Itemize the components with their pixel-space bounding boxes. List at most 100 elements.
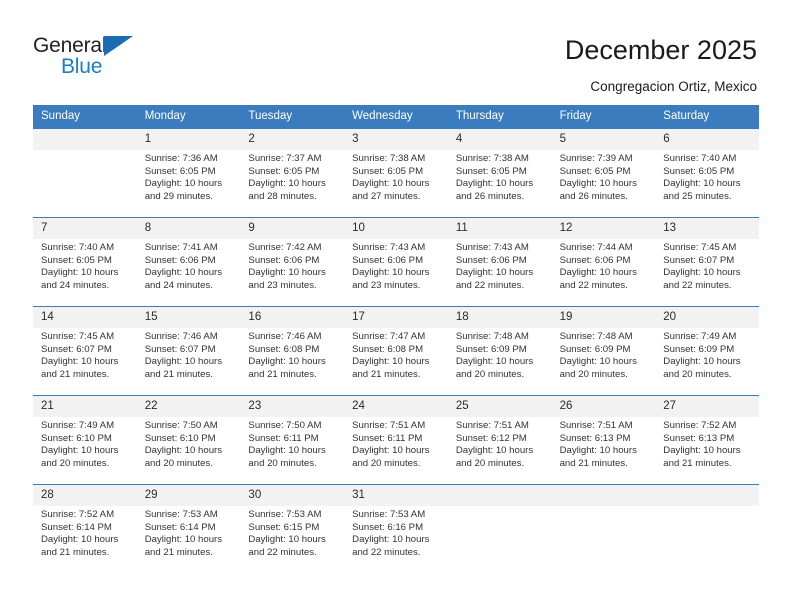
day-number: 30: [240, 485, 345, 506]
daylight-text: and 25 minutes.: [663, 190, 732, 202]
day-number: 25: [447, 396, 552, 417]
calendar-day-cell[interactable]: 16 Sunrise: 7:46 AM Sunset: 6:08 PM Dayligh…: [240, 306, 345, 395]
day-sun-info: Sunrise: 7:46 AM Sunset: 6:07 PM Daylight:…: [137, 328, 241, 381]
calendar-day-cell[interactable]: 15 Sunrise: 7:46 AM Sunset: 6:07 PM Dayligh…: [136, 306, 241, 395]
calendar-day-cell[interactable]: 2 Sunrise: 7:37 AM Sunset: 6:05 PM Daylight…: [240, 128, 345, 217]
daylight-text: Daylight: 10 hours: [144, 356, 223, 368]
calendar-day-cell[interactable]: 28 Sunrise: 7:52 AM Sunset: 6:14 PM Dayligh…: [33, 484, 137, 573]
day-number: 16: [240, 307, 345, 328]
calendar-day-cell[interactable]: 6 Sunrise: 7:40 AM Sunset: 6:05 PM Daylight…: [655, 128, 759, 217]
sunset-text: Sunset: 6:05 PM: [144, 165, 216, 177]
sunrise-text: Sunrise: 7:39 AM: [559, 153, 633, 164]
calendar-day-cell[interactable]: 24 Sunrise: 7:51 AM Sunset: 6:11 PM Dayligh…: [344, 395, 448, 484]
daylight-text: Daylight: 10 hours: [248, 356, 326, 368]
calendar-day-cell-empty: [551, 484, 656, 573]
sunrise-text: Sunrise: 7:52 AM: [41, 509, 115, 520]
sunrise-text: Sunrise: 7:50 AM: [248, 420, 322, 431]
sunrise-text: Sunrise: 7:42 AM: [248, 242, 322, 253]
sunrise-text: Sunrise: 7:47 AM: [352, 331, 426, 342]
calendar-day-cell[interactable]: 10 Sunrise: 7:43 AM Sunset: 6:06 PM Dayligh…: [344, 217, 448, 306]
day-number: 10: [344, 218, 448, 239]
daylight-text: Daylight: 10 hours: [559, 178, 637, 190]
calendar-day-cell[interactable]: 23 Sunrise: 7:50 AM Sunset: 6:11 PM Dayligh…: [240, 395, 345, 484]
calendar-day-cell[interactable]: 21 Sunrise: 7:49 AM Sunset: 6:10 PM Dayligh…: [33, 395, 137, 484]
daylight-text: Daylight: 10 hours: [41, 534, 119, 546]
calendar-day-cell[interactable]: 14 Sunrise: 7:45 AM Sunset: 6:07 PM Dayligh…: [33, 306, 137, 395]
day-number: 19: [551, 307, 656, 328]
daylight-text: and 20 minutes.: [663, 368, 732, 380]
calendar-week-row: 14 Sunrise: 7:45 AM Sunset: 6:07 PM Dayligh…: [33, 306, 759, 395]
sunrise-text: Sunrise: 7:40 AM: [41, 242, 115, 253]
calendar-day-cell[interactable]: 17 Sunrise: 7:47 AM Sunset: 6:08 PM Dayligh…: [344, 306, 448, 395]
calendar-day-cell[interactable]: 13 Sunrise: 7:45 AM Sunset: 6:07 PM Dayligh…: [655, 217, 759, 306]
day-number: 29: [136, 485, 241, 506]
calendar-week-row: 1 Sunrise: 7:36 AM Sunset: 6:05 PM Daylight…: [33, 128, 759, 217]
day-number: [447, 485, 552, 506]
calendar-day-cell[interactable]: 19 Sunrise: 7:48 AM Sunset: 6:09 PM Dayligh…: [551, 306, 656, 395]
daylight-text: Daylight: 10 hours: [559, 356, 637, 368]
sunrise-text: Sunrise: 7:48 AM: [455, 331, 529, 342]
calendar-day-cell[interactable]: 1 Sunrise: 7:36 AM Sunset: 6:05 PM Daylight…: [136, 128, 241, 217]
sunset-text: Sunset: 6:05 PM: [41, 254, 112, 266]
calendar-day-cell[interactable]: 4 Sunrise: 7:38 AM Sunset: 6:05 PM Daylight…: [447, 128, 552, 217]
calendar-day-cell[interactable]: 29 Sunrise: 7:53 AM Sunset: 6:14 PM Dayligh…: [136, 484, 241, 573]
sunrise-text: Sunrise: 7:46 AM: [248, 331, 322, 342]
calendar-day-cell-empty: [655, 484, 759, 573]
weekday-header-friday: Friday: [551, 105, 656, 128]
daylight-text: Daylight: 10 hours: [41, 267, 119, 279]
daylight-text: and 21 minutes.: [248, 368, 317, 380]
calendar-day-cell[interactable]: 11 Sunrise: 7:43 AM Sunset: 6:06 PM Dayligh…: [447, 217, 552, 306]
calendar-day-cell[interactable]: 7 Sunrise: 7:40 AM Sunset: 6:05 PM Daylight…: [33, 217, 137, 306]
sunset-text: Sunset: 6:05 PM: [455, 165, 527, 177]
daylight-text: Daylight: 10 hours: [663, 267, 741, 279]
daylight-text: Daylight: 10 hours: [455, 445, 534, 457]
daylight-text: and 22 minutes.: [455, 279, 525, 291]
calendar-day-cell[interactable]: 22 Sunrise: 7:50 AM Sunset: 6:10 PM Dayligh…: [136, 395, 241, 484]
page-header: General Blue December 2025 Congregacion …: [0, 0, 792, 104]
logo-text-blue: Blue: [61, 55, 103, 78]
daylight-text: and 21 minutes.: [41, 546, 110, 558]
day-number: 20: [655, 307, 759, 328]
day-number: 26: [551, 396, 656, 417]
daylight-text: and 21 minutes.: [41, 368, 110, 380]
calendar-day-cell[interactable]: 20 Sunrise: 7:49 AM Sunset: 6:09 PM Dayligh…: [655, 306, 759, 395]
daylight-text: Daylight: 10 hours: [248, 267, 326, 279]
sunset-text: Sunset: 6:11 PM: [248, 432, 319, 444]
daylight-text: and 20 minutes.: [455, 457, 525, 469]
daylight-text: Daylight: 10 hours: [455, 178, 534, 190]
day-sun-info: Sunrise: 7:53 AM Sunset: 6:16 PM Daylight:…: [344, 506, 448, 559]
calendar-day-cell[interactable]: 9 Sunrise: 7:42 AM Sunset: 6:06 PM Daylight…: [240, 217, 345, 306]
day-sun-info: Sunrise: 7:40 AM Sunset: 6:05 PM Daylight:…: [655, 150, 759, 203]
calendar-day-cell[interactable]: 31 Sunrise: 7:53 AM Sunset: 6:16 PM Dayligh…: [344, 484, 448, 573]
sunrise-text: Sunrise: 7:38 AM: [352, 153, 426, 164]
day-sun-info: Sunrise: 7:36 AM Sunset: 6:05 PM Daylight:…: [137, 150, 241, 203]
calendar-day-cell[interactable]: 18 Sunrise: 7:48 AM Sunset: 6:09 PM Dayligh…: [447, 306, 552, 395]
daylight-text: and 21 minutes.: [352, 368, 421, 380]
daylight-text: and 21 minutes.: [144, 546, 213, 558]
daylight-text: Daylight: 10 hours: [41, 356, 119, 368]
day-number: [655, 485, 759, 506]
calendar-day-cell-empty: [33, 128, 137, 217]
calendar-day-cell[interactable]: 27 Sunrise: 7:52 AM Sunset: 6:13 PM Dayligh…: [655, 395, 759, 484]
day-number: 2: [240, 129, 345, 150]
sunrise-text: Sunrise: 7:49 AM: [663, 331, 737, 342]
calendar-day-cell[interactable]: 3 Sunrise: 7:38 AM Sunset: 6:05 PM Daylight…: [344, 128, 448, 217]
day-sun-info: Sunrise: 7:38 AM Sunset: 6:05 PM Daylight:…: [344, 150, 448, 203]
calendar-day-cell[interactable]: 26 Sunrise: 7:51 AM Sunset: 6:13 PM Dayligh…: [551, 395, 656, 484]
sunrise-text: Sunrise: 7:43 AM: [352, 242, 426, 253]
calendar-day-cell[interactable]: 30 Sunrise: 7:53 AM Sunset: 6:15 PM Dayligh…: [240, 484, 345, 573]
day-number: 3: [344, 129, 448, 150]
daylight-text: and 26 minutes.: [455, 190, 525, 202]
sunrise-text: Sunrise: 7:53 AM: [352, 509, 426, 520]
day-number: [551, 485, 656, 506]
daylight-text: Daylight: 10 hours: [352, 356, 430, 368]
general-blue-logo[interactable]: General Blue: [33, 34, 153, 80]
daylight-text: and 23 minutes.: [248, 279, 317, 291]
weekday-header-wednesday: Wednesday: [344, 105, 448, 128]
calendar-day-cell[interactable]: 8 Sunrise: 7:41 AM Sunset: 6:06 PM Daylight…: [136, 217, 241, 306]
sunrise-text: Sunrise: 7:45 AM: [663, 242, 737, 253]
calendar-day-cell[interactable]: 5 Sunrise: 7:39 AM Sunset: 6:05 PM Daylight…: [551, 128, 656, 217]
calendar-day-cell[interactable]: 25 Sunrise: 7:51 AM Sunset: 6:12 PM Dayligh…: [447, 395, 552, 484]
sunset-text: Sunset: 6:07 PM: [663, 254, 735, 266]
calendar-day-cell[interactable]: 12 Sunrise: 7:44 AM Sunset: 6:06 PM Dayligh…: [551, 217, 656, 306]
